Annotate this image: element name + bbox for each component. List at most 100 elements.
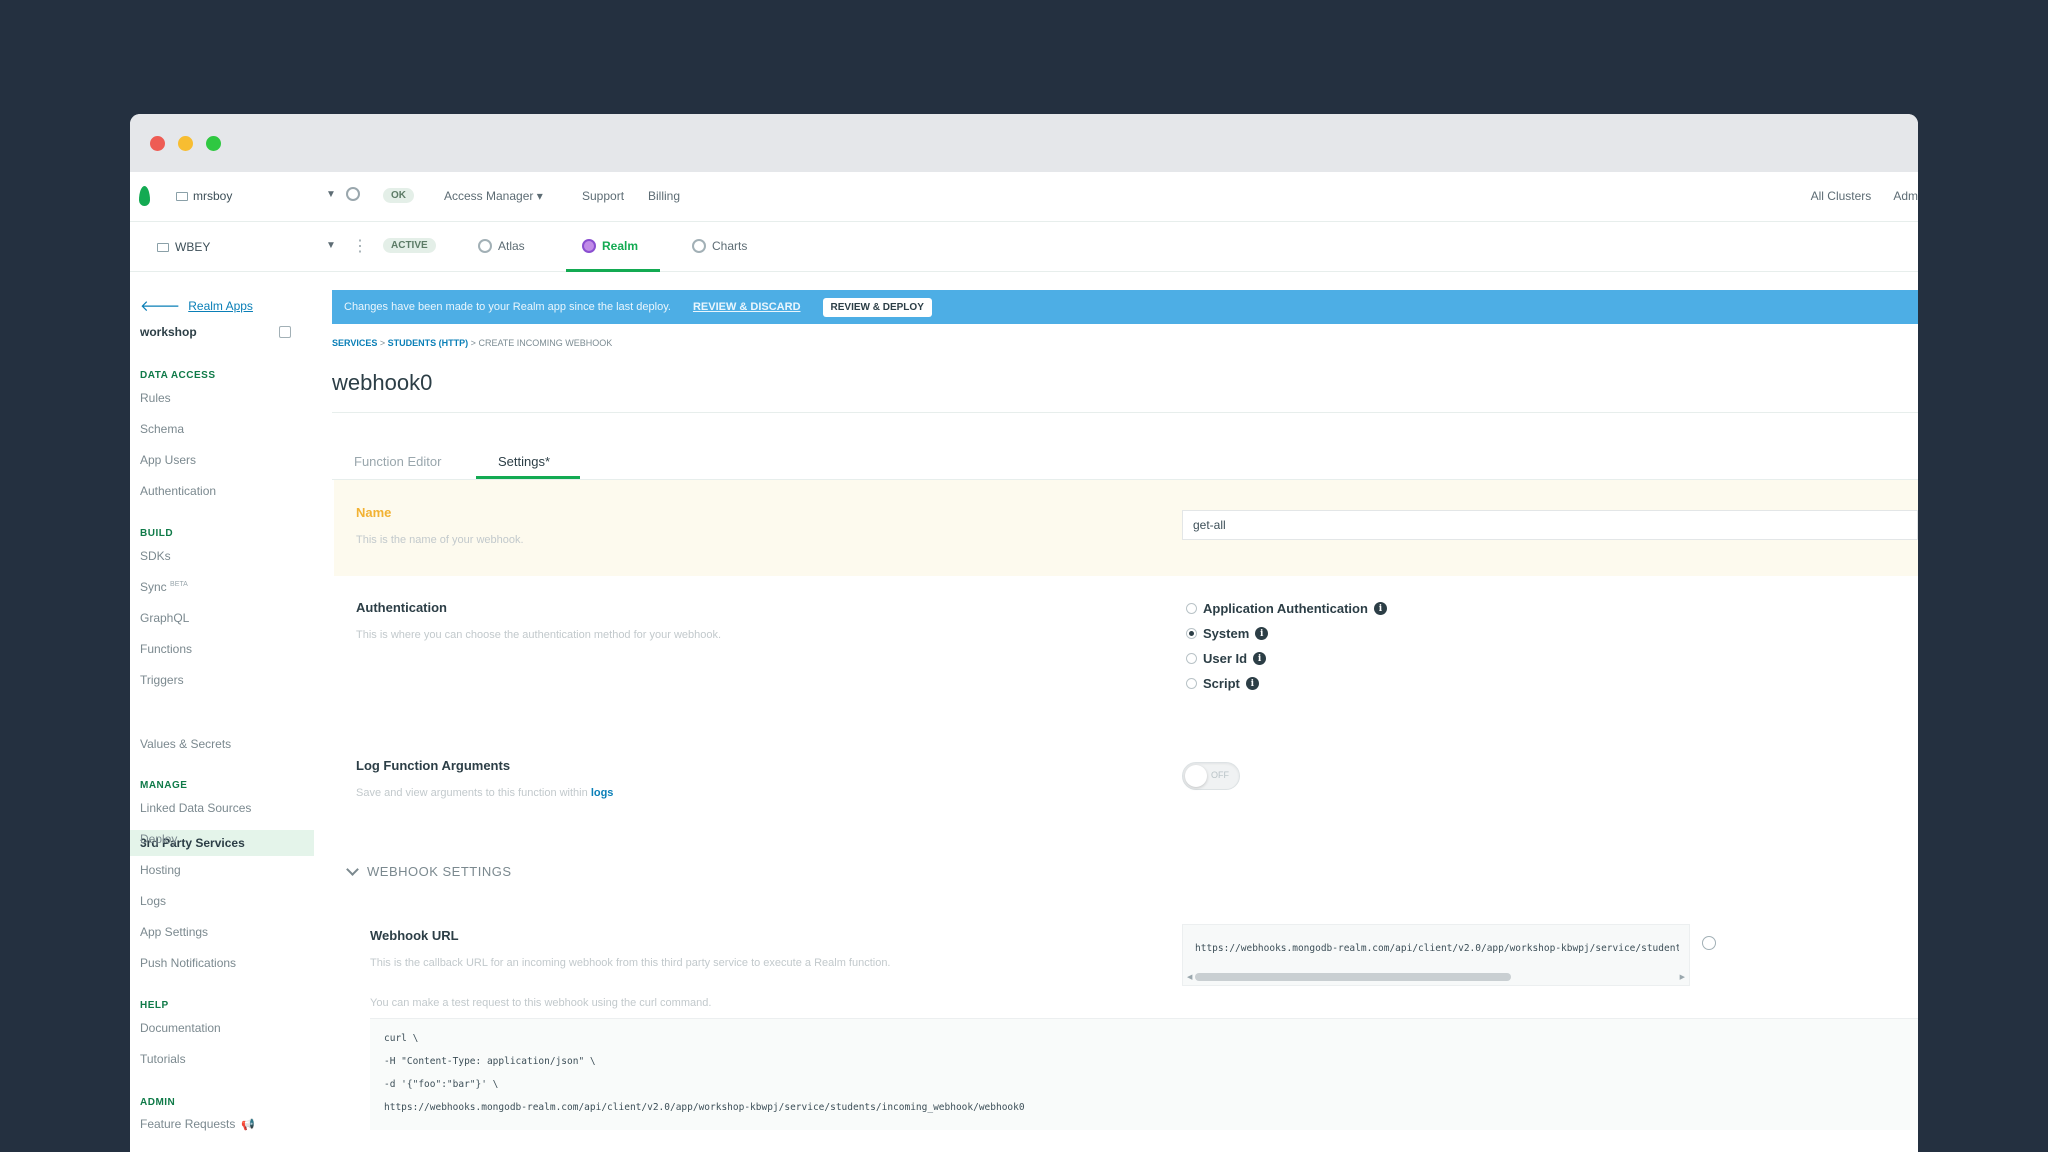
sidebar-item-logs[interactable]: Logs: [140, 894, 166, 908]
auth-option-user-id[interactable]: User Id i: [1186, 651, 1267, 666]
org-name: mrsboy: [193, 189, 233, 203]
mongodb-leaf-icon[interactable]: [139, 186, 150, 206]
atlas-icon: [478, 239, 492, 253]
toggle-state: OFF: [1211, 770, 1229, 780]
sidebar-item-values-secrets[interactable]: Values & Secrets: [140, 737, 231, 751]
sidebar-item-hosting[interactable]: Hosting: [140, 863, 181, 877]
sidebar-item-sdks[interactable]: SDKs: [140, 549, 171, 563]
all-clusters-link[interactable]: All Clusters: [1811, 189, 1872, 203]
log-arguments-toggle[interactable]: OFF: [1182, 762, 1240, 790]
title-divider: [332, 412, 1918, 413]
sidebar: 🡐 Realm Apps workshop DATA ACCESS Rules …: [130, 272, 314, 1152]
copy-icon[interactable]: [279, 326, 291, 338]
org-selector[interactable]: mrsboy: [176, 189, 232, 203]
deploy-changes-banner: Changes have been made to your Realm app…: [332, 290, 1918, 324]
sidebar-item-rules[interactable]: Rules: [140, 391, 171, 405]
breadcrumb-current: CREATE INCOMING WEBHOOK: [478, 338, 613, 348]
sidebar-item-graphql[interactable]: GraphQL: [140, 611, 189, 625]
log-arguments-description: Save and view arguments to this function…: [356, 787, 614, 799]
tab-function-editor[interactable]: Function Editor: [354, 454, 441, 469]
access-manager-menu[interactable]: Access Manager ▾: [444, 189, 543, 203]
admin-link[interactable]: Adm: [1893, 189, 1918, 203]
webhook-url-value: https://webhooks.mongodb-realm.com/api/c…: [1195, 943, 1679, 954]
more-options-icon[interactable]: ⋮: [352, 236, 368, 256]
close-window-button[interactable]: [150, 135, 165, 151]
billing-link[interactable]: Billing: [648, 189, 680, 203]
name-input[interactable]: [1182, 510, 1918, 540]
auth-option-application-authentication[interactable]: Application Authentication i: [1186, 601, 1387, 616]
auth-option-script[interactable]: Script i: [1186, 676, 1259, 691]
info-icon[interactable]: i: [1255, 627, 1269, 640]
webhook-url-field[interactable]: https://webhooks.mongodb-realm.com/api/c…: [1182, 924, 1690, 986]
curl-line: https://webhooks.mongodb-realm.com/api/c…: [384, 1102, 1025, 1113]
tab-charts[interactable]: Charts: [692, 239, 747, 253]
horizontal-scrollbar[interactable]: ◀ ▶: [1187, 973, 1685, 981]
maximize-window-button[interactable]: [206, 135, 221, 151]
section-data-access: DATA ACCESS: [140, 370, 216, 381]
info-icon[interactable]: i: [1253, 652, 1267, 665]
curl-line: -H "Content-Type: application/json" \: [384, 1056, 596, 1067]
tab-atlas[interactable]: Atlas: [478, 239, 525, 253]
chevron-down-icon[interactable]: ▼: [326, 240, 336, 251]
curl-code-block: curl \ -H "Content-Type: application/jso…: [370, 1018, 1918, 1130]
log-arguments-label: Log Function Arguments: [356, 758, 511, 773]
copy-url-icon[interactable]: [1702, 936, 1716, 950]
tab-realm[interactable]: Realm: [582, 239, 638, 253]
authentication-label: Authentication: [356, 600, 447, 615]
curl-description: You can make a test request to this webh…: [370, 997, 712, 1009]
charts-icon: [692, 239, 706, 253]
sidebar-item-tutorials[interactable]: Tutorials: [140, 1052, 186, 1066]
name-description: This is the name of your webhook.: [356, 534, 524, 546]
authentication-description: This is where you can choose the authent…: [356, 629, 722, 641]
sidebar-item-authentication[interactable]: Authentication: [140, 484, 216, 498]
scroll-right-icon[interactable]: ▶: [1680, 973, 1685, 981]
sidebar-item-app-users[interactable]: App Users: [140, 453, 196, 467]
auth-option-system[interactable]: System i: [1186, 626, 1269, 641]
breadcrumb-students-http[interactable]: STUDENTS (HTTP): [388, 338, 469, 348]
radio-unselected-icon: [1186, 653, 1197, 664]
sidebar-item-schema[interactable]: Schema: [140, 422, 184, 436]
support-link[interactable]: Support: [582, 189, 624, 203]
chevron-down-icon: [346, 863, 359, 876]
section-help: HELP: [140, 1000, 169, 1011]
realm-icon: [582, 239, 596, 253]
org-icon: [176, 191, 188, 201]
logs-link[interactable]: logs: [591, 787, 614, 799]
info-icon[interactable]: i: [1245, 677, 1259, 690]
sidebar-item-functions[interactable]: Functions: [140, 642, 192, 656]
banner-message: Changes have been made to your Realm app…: [344, 301, 671, 313]
scroll-left-icon[interactable]: ◀: [1187, 973, 1192, 981]
arrow-left-icon: 🡐: [140, 298, 181, 315]
scrollbar-thumb[interactable]: [1195, 973, 1511, 981]
tab-settings[interactable]: Settings*: [498, 454, 550, 469]
sidebar-item-sync[interactable]: Sync BETA: [140, 580, 188, 594]
minimize-window-button[interactable]: [178, 135, 193, 151]
beta-badge: BETA: [170, 581, 188, 588]
sidebar-item-linked-data-sources[interactable]: Linked Data Sources: [140, 801, 251, 815]
active-tab-indicator: [566, 269, 660, 272]
curl-line: curl \: [384, 1033, 419, 1044]
sidebar-item-documentation[interactable]: Documentation: [140, 1021, 221, 1035]
back-to-realm-apps[interactable]: 🡐 Realm Apps: [140, 296, 253, 315]
review-deploy-button[interactable]: REVIEW & DEPLOY: [822, 297, 932, 317]
project-selector[interactable]: WBEY: [157, 240, 210, 254]
settings-icon[interactable]: [346, 187, 360, 201]
review-discard-link[interactable]: REVIEW & DISCARD: [693, 301, 801, 313]
sidebar-item-feature-requests[interactable]: Feature Requests 📢: [140, 1117, 255, 1131]
toggle-knob: [1185, 765, 1207, 787]
info-icon[interactable]: i: [1373, 602, 1387, 615]
project-bar: WBEY ▼ ⋮ ACTIVE Atlas Realm Charts: [130, 222, 1918, 272]
project-status-badge: ACTIVE: [383, 238, 436, 253]
breadcrumb-services[interactable]: SERVICES: [332, 338, 377, 348]
sidebar-item-triggers[interactable]: Triggers: [140, 673, 184, 687]
curl-line: -d '{"foo":"bar"}' \: [384, 1079, 499, 1090]
project-name: WBEY: [175, 240, 211, 254]
webhook-settings-header[interactable]: WEBHOOK SETTINGS: [346, 863, 512, 879]
sidebar-item-push-notifications[interactable]: Push Notifications: [140, 956, 236, 970]
sidebar-item-app-settings[interactable]: App Settings: [140, 925, 208, 939]
chevron-down-icon[interactable]: ▼: [326, 189, 336, 200]
radio-selected-icon: [1186, 628, 1197, 639]
sidebar-item-deploy[interactable]: Deploy: [140, 832, 177, 846]
webhook-url-description: This is the callback URL for an incoming…: [370, 957, 891, 969]
breadcrumb: SERVICES > STUDENTS (HTTP) > CREATE INCO…: [332, 338, 613, 348]
